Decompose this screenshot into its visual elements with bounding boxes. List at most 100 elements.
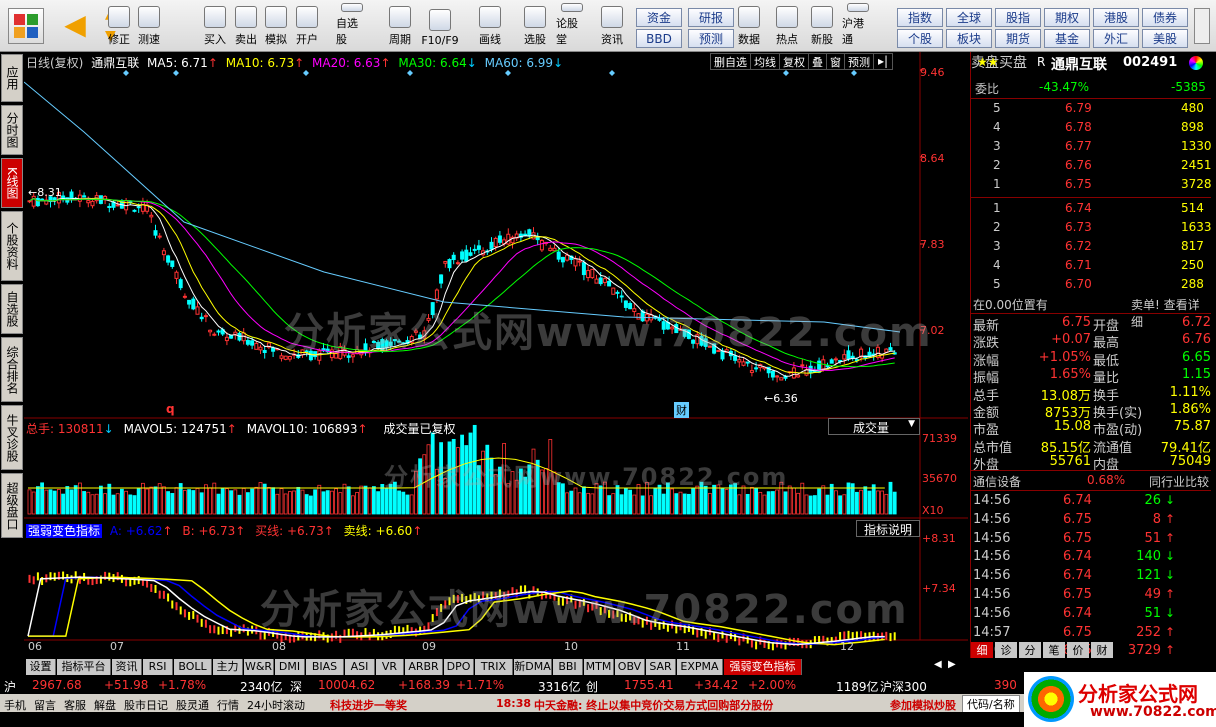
sz-amount: 3316亿: [538, 680, 581, 694]
chart-menu-item[interactable]: 复权: [780, 54, 809, 69]
toolbar-button[interactable]: 资讯: [596, 3, 628, 49]
toolbar-button[interactable]: 数据: [733, 3, 765, 49]
info-link[interactable]: 股市日记: [124, 697, 168, 713]
more-icon[interactable]: ▸|: [874, 54, 892, 69]
left-tab[interactable]: 超级盘口: [1, 473, 23, 538]
toolbar-button[interactable]: 周期: [384, 3, 416, 49]
indicator-tab[interactable]: 指标平台: [57, 659, 111, 675]
toolbar-button[interactable]: 开户: [291, 3, 323, 49]
market-button[interactable]: 个股: [897, 29, 943, 48]
market-button[interactable]: 期权: [1044, 8, 1090, 27]
market-button[interactable]: 板块: [946, 29, 992, 48]
indicator-tab[interactable]: 主力: [213, 659, 243, 675]
indicator-tab[interactable]: SAR: [646, 659, 676, 675]
toolbar-button[interactable]: 热点: [771, 3, 803, 49]
info-link[interactable]: 客服: [64, 697, 86, 713]
toolbar-button[interactable]: 测速: [133, 3, 165, 49]
toolbar-button[interactable]: 画线: [474, 3, 506, 49]
left-tab[interactable]: 综合排名: [1, 337, 23, 402]
news-ticker-2[interactable]: 中天金融: 终止以集中竞价交易方式回购部分股份: [534, 697, 773, 713]
info-link[interactable]: 24小时滚动: [247, 697, 305, 713]
q-marker[interactable]: q: [166, 402, 175, 416]
tray-icon[interactable]: [1194, 8, 1210, 44]
tick-tab[interactable]: 细: [971, 642, 993, 658]
chart-menu-item[interactable]: 窗: [827, 54, 845, 69]
left-tab[interactable]: K线图: [1, 158, 23, 208]
chart-menu-item[interactable]: 均线: [751, 54, 780, 69]
toolbar-button[interactable]: 选股: [519, 3, 551, 49]
indicator-tab[interactable]: BBI: [553, 659, 583, 675]
toolbar-button[interactable]: 自选股: [336, 3, 368, 49]
info-link[interactable]: 手机: [4, 697, 26, 713]
indicator-tab[interactable]: BIAS: [306, 659, 344, 675]
tab-scroll-right-icon[interactable]: ▶: [948, 659, 956, 670]
left-tab[interactable]: 分时图: [1, 105, 23, 155]
chart-menu-item[interactable]: 叠: [809, 54, 827, 69]
tick-tab[interactable]: 诊: [995, 642, 1017, 658]
indicator-help-button[interactable]: 指标说明: [856, 520, 920, 537]
toolbar-button[interactable]: F10/F9: [416, 3, 464, 49]
indicator-tab[interactable]: 设置: [26, 659, 56, 675]
indicator-tab[interactable]: DPO: [444, 659, 474, 675]
market-button[interactable]: 预测: [688, 29, 734, 48]
indicator-tab[interactable]: 资讯: [112, 659, 142, 675]
market-button[interactable]: 指数: [897, 8, 943, 27]
indicator-tab[interactable]: ASI: [345, 659, 375, 675]
indicator-tab[interactable]: RSI: [143, 659, 173, 675]
tick-tab[interactable]: 财: [1091, 642, 1113, 658]
market-button[interactable]: 债券: [1142, 8, 1188, 27]
market-button[interactable]: 全球: [946, 8, 992, 27]
tick-tab[interactable]: 价: [1067, 642, 1089, 658]
finance-marker[interactable]: 财: [674, 402, 689, 418]
market-button[interactable]: 基金: [1044, 29, 1090, 48]
volume-select[interactable]: 成交量 ▼: [828, 418, 920, 435]
info-link[interactable]: 股灵通: [176, 697, 209, 713]
indicator-tab[interactable]: 强弱变色指标: [724, 659, 802, 675]
indicator-tab[interactable]: MTM: [584, 659, 614, 675]
toolbar-button[interactable]: 修正: [103, 3, 135, 49]
info-link[interactable]: 解盘: [94, 697, 116, 713]
indicator-tab[interactable]: OBV: [615, 659, 645, 675]
left-tab[interactable]: 自选股: [1, 284, 23, 334]
chart-menu-item[interactable]: 预测: [845, 54, 874, 69]
news-ticker-3[interactable]: 参加模拟炒股: [890, 697, 956, 713]
indicator-tab[interactable]: DMI: [275, 659, 305, 675]
left-tab[interactable]: 个股资料: [1, 211, 23, 281]
indicator-tab[interactable]: EXPMA: [677, 659, 723, 675]
indicator-tab[interactable]: BOLL: [174, 659, 212, 675]
left-tab[interactable]: 应用: [1, 54, 23, 102]
market-button[interactable]: 美股: [1142, 29, 1188, 48]
left-tab[interactable]: 牛叉诊股: [1, 405, 23, 470]
info-link[interactable]: 行情: [217, 697, 239, 713]
indicator-tab[interactable]: 新DMA: [514, 659, 552, 675]
indicator-tab[interactable]: TRIX: [475, 659, 513, 675]
indicator-tab[interactable]: ARBR: [405, 659, 443, 675]
toolbar-button[interactable]: 模拟: [260, 3, 292, 49]
toolbar-button[interactable]: 买入: [199, 3, 231, 49]
market-button[interactable]: BBD: [636, 29, 682, 48]
toolbar-button[interactable]: 论股堂: [556, 3, 588, 49]
indicator-title[interactable]: 强弱变色指标: [26, 524, 103, 538]
toolbar-button[interactable]: 沪港通: [842, 3, 874, 49]
grid-app-icon[interactable]: [8, 8, 44, 44]
back-arrow-icon[interactable]: ◀: [60, 10, 90, 40]
indicator-tab[interactable]: VR: [376, 659, 404, 675]
kline-chart-panel[interactable]: 日线(复权) 通鼎互联 MA5: 6.71↑ MA10: 6.73↑ MA20:…: [24, 52, 968, 658]
market-button[interactable]: 研报: [688, 8, 734, 27]
tab-scroll-left-icon[interactable]: ◀: [934, 659, 942, 670]
tick-tab[interactable]: 分: [1019, 642, 1041, 658]
market-button[interactable]: 港股: [1093, 8, 1139, 27]
chart-menu-item[interactable]: 删自选: [711, 54, 751, 69]
color-wheel-icon[interactable]: [1189, 56, 1203, 70]
info-link[interactable]: 留言: [34, 697, 56, 713]
toolbar-button[interactable]: 新股: [806, 3, 838, 49]
market-button[interactable]: 期货: [995, 29, 1041, 48]
code-search-input[interactable]: 代码/名称: [962, 695, 1020, 713]
market-button[interactable]: 股指: [995, 8, 1041, 27]
market-button[interactable]: 外汇: [1093, 29, 1139, 48]
market-button[interactable]: 资金: [636, 8, 682, 27]
indicator-tab[interactable]: W&R: [244, 659, 274, 675]
news-ticker-1[interactable]: 科技进步一等奖: [330, 697, 407, 713]
toolbar-button[interactable]: 卖出: [230, 3, 262, 49]
tick-tab[interactable]: 笔: [1043, 642, 1065, 658]
